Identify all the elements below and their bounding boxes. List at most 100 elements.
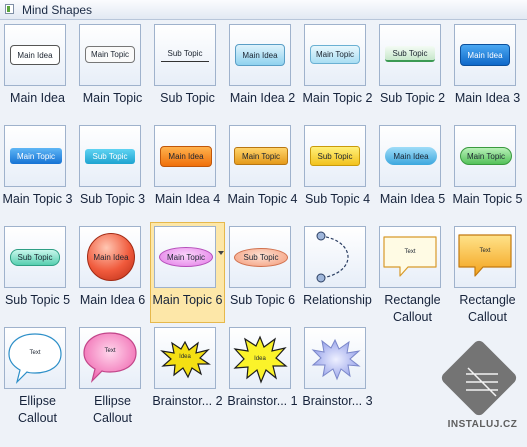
main-idea-3-shape: Main Idea xyxy=(460,44,510,66)
shape-tile-main-topic[interactable]: Main Topic Main Topic xyxy=(75,20,150,121)
shape-tile-main-idea-4[interactable]: Main Idea Main Idea 4 xyxy=(150,121,225,222)
main-topic-shape: Main Topic xyxy=(85,46,135,63)
callout-text: Text xyxy=(404,249,416,255)
collapse-toggle-icon[interactable] xyxy=(5,4,14,14)
sub-topic-4-shape: Sub Topic xyxy=(310,146,360,166)
shape-tile-main-idea-2[interactable]: Main Idea Main Idea 2 xyxy=(225,20,300,121)
shape-label: Main Idea 5 xyxy=(379,192,446,206)
shape-tile-main-idea[interactable]: Main Idea Main Idea xyxy=(0,20,75,121)
watermark-text: INSTALUJ.CZ xyxy=(447,419,518,430)
burst-text: Idea xyxy=(254,356,266,362)
panel-header[interactable]: Mind Shapes xyxy=(0,0,527,20)
shape-tile-ellipse-callout-2[interactable]: Text Ellipse Callout xyxy=(75,323,150,425)
shape-thumbnail: Sub Topic xyxy=(379,24,441,86)
shape-tile-rectangle-callout-2[interactable]: Text Rectangle Callout xyxy=(450,222,525,324)
shape-tile-main-idea-3[interactable]: Main Idea Main Idea 3 xyxy=(450,20,525,121)
shape-tile-sub-topic-6[interactable]: Sub Topic Sub Topic 6 xyxy=(225,222,300,323)
shape-tile-relationship[interactable]: Relationship xyxy=(300,222,375,323)
main-topic-4-shape: Main Topic xyxy=(234,147,288,165)
sub-topic-5-shape: Sub Topic xyxy=(10,249,60,266)
main-topic-5-shape: Main Topic xyxy=(460,147,512,165)
shape-tile-main-idea-5[interactable]: Main Idea Main Idea 5 xyxy=(375,121,450,222)
sub-topic-shape: Sub Topic xyxy=(161,45,209,62)
shape-thumbnail: Text xyxy=(454,226,516,288)
shape-tile-main-topic-6[interactable]: Main Topic Main Topic 6 xyxy=(150,222,225,323)
panel-title: Mind Shapes xyxy=(22,3,93,17)
shape-tile-sub-topic-3[interactable]: Sub Topic Sub Topic 3 xyxy=(75,121,150,222)
shape-label: Sub Topic 2 xyxy=(379,91,446,105)
shape-tile-main-idea-6[interactable]: Main Idea Main Idea 6 xyxy=(75,222,150,323)
callout-text: Text xyxy=(479,248,491,254)
shape-tile-main-topic-2[interactable]: Main Topic Main Topic 2 xyxy=(300,20,375,121)
shape-label: Brainstor... 2 xyxy=(152,394,223,408)
shape-tile-sub-topic-4[interactable]: Sub Topic Sub Topic 4 xyxy=(300,121,375,222)
shape-label: Main Topic 4 xyxy=(227,192,298,206)
shape-thumbnail: Main Topic xyxy=(79,24,141,86)
shape-label: Main Topic xyxy=(82,91,143,105)
watermark-logo: INSTALUJ.CZ xyxy=(438,338,527,447)
shape-tile-brainstorm-3[interactable]: Brainstor... 3 xyxy=(300,323,375,424)
shape-label: Main Idea 3 xyxy=(454,91,521,105)
main-topic-3-shape: Main Topic xyxy=(10,148,62,164)
shape-label: Sub Topic 4 xyxy=(304,192,371,206)
burst-text: Idea xyxy=(179,354,191,360)
shape-thumbnail: Main Idea xyxy=(379,125,441,187)
shape-thumbnail: Sub Topic xyxy=(229,226,291,288)
main-topic-2-shape: Main Topic xyxy=(310,45,360,64)
shape-label: Sub Topic 5 xyxy=(4,293,71,307)
shape-label: Sub Topic 3 xyxy=(79,192,146,206)
shape-tile-main-topic-5[interactable]: Main Topic Main Topic 5 xyxy=(450,121,525,222)
sub-topic-3-shape: Sub Topic xyxy=(85,149,135,164)
shape-tile-ellipse-callout[interactable]: Text Ellipse Callout xyxy=(0,323,75,425)
shapes-grid: Main Idea Main Idea Main Topic Main Topi… xyxy=(0,20,527,430)
main-idea-shape: Main Idea xyxy=(10,45,60,65)
shape-tile-brainstorm-1[interactable]: Idea Brainstor... 1 xyxy=(225,323,300,424)
shape-thumbnail: Main Topic xyxy=(454,125,516,187)
shape-thumbnail: Main Idea xyxy=(154,125,216,187)
shape-tile-main-topic-3[interactable]: Main Topic Main Topic 3 xyxy=(0,121,75,222)
brainstorm-burst-shape xyxy=(311,338,361,381)
shape-thumbnail: Main Idea xyxy=(4,24,66,86)
shape-label: Sub Topic 6 xyxy=(229,293,296,307)
shape-thumbnail: Main Topic xyxy=(229,125,291,187)
dropdown-arrow-icon[interactable] xyxy=(218,251,224,255)
shape-label: Rectangle Callout xyxy=(459,293,516,324)
main-idea-2-shape: Main Idea xyxy=(235,44,285,66)
shape-thumbnail: Main Idea xyxy=(229,24,291,86)
shape-label: Main Topic 6 xyxy=(152,293,223,307)
shape-label: Brainstor... 1 xyxy=(227,394,298,408)
shape-label: Relationship xyxy=(303,293,372,307)
shape-label: Main Idea xyxy=(10,91,65,105)
shape-thumbnail: Main Idea xyxy=(79,226,141,288)
shape-thumbnail: Idea xyxy=(229,327,291,389)
shape-thumbnail: Main Idea xyxy=(454,24,516,86)
callout-text: Text xyxy=(104,348,116,354)
main-idea-5-shape: Main Idea xyxy=(385,147,437,165)
watermark-lines-icon xyxy=(466,367,498,397)
shape-label: Main Idea 2 xyxy=(229,91,296,105)
shape-thumbnail: Text xyxy=(4,327,66,389)
shape-thumbnail xyxy=(304,327,366,389)
callout-text: Text xyxy=(29,350,41,356)
shape-thumbnail xyxy=(304,226,366,288)
shape-thumbnail: Main Topic xyxy=(4,125,66,187)
sub-topic-2-shape: Sub Topic xyxy=(385,46,435,62)
shape-tile-main-topic-4[interactable]: Main Topic Main Topic 4 xyxy=(225,121,300,222)
shape-tile-brainstorm-2[interactable]: Idea Brainstor... 2 xyxy=(150,323,225,424)
shape-tile-sub-topic-2[interactable]: Sub Topic Sub Topic 2 xyxy=(375,20,450,121)
shape-label: Ellipse Callout xyxy=(93,394,132,425)
shape-thumbnail: Sub Topic xyxy=(154,24,216,86)
shape-thumbnail: Sub Topic xyxy=(304,125,366,187)
shape-tile-rectangle-callout[interactable]: Text Rectangle Callout xyxy=(375,222,450,324)
shape-label: Main Idea 4 xyxy=(154,192,221,206)
shape-label: Brainstor... 3 xyxy=(302,394,373,408)
shape-label: Main Topic 5 xyxy=(452,192,523,206)
shape-label: Main Idea 6 xyxy=(79,293,146,307)
shape-tile-sub-topic[interactable]: Sub Topic Sub Topic xyxy=(150,20,225,121)
shape-thumbnail: Text xyxy=(79,327,141,389)
shape-tile-sub-topic-5[interactable]: Sub Topic Sub Topic 5 xyxy=(0,222,75,323)
shape-thumbnail: Idea xyxy=(154,327,216,389)
shape-label: Rectangle Callout xyxy=(384,293,441,324)
sub-topic-6-shape: Sub Topic xyxy=(234,248,288,267)
shape-thumbnail: Sub Topic xyxy=(79,125,141,187)
